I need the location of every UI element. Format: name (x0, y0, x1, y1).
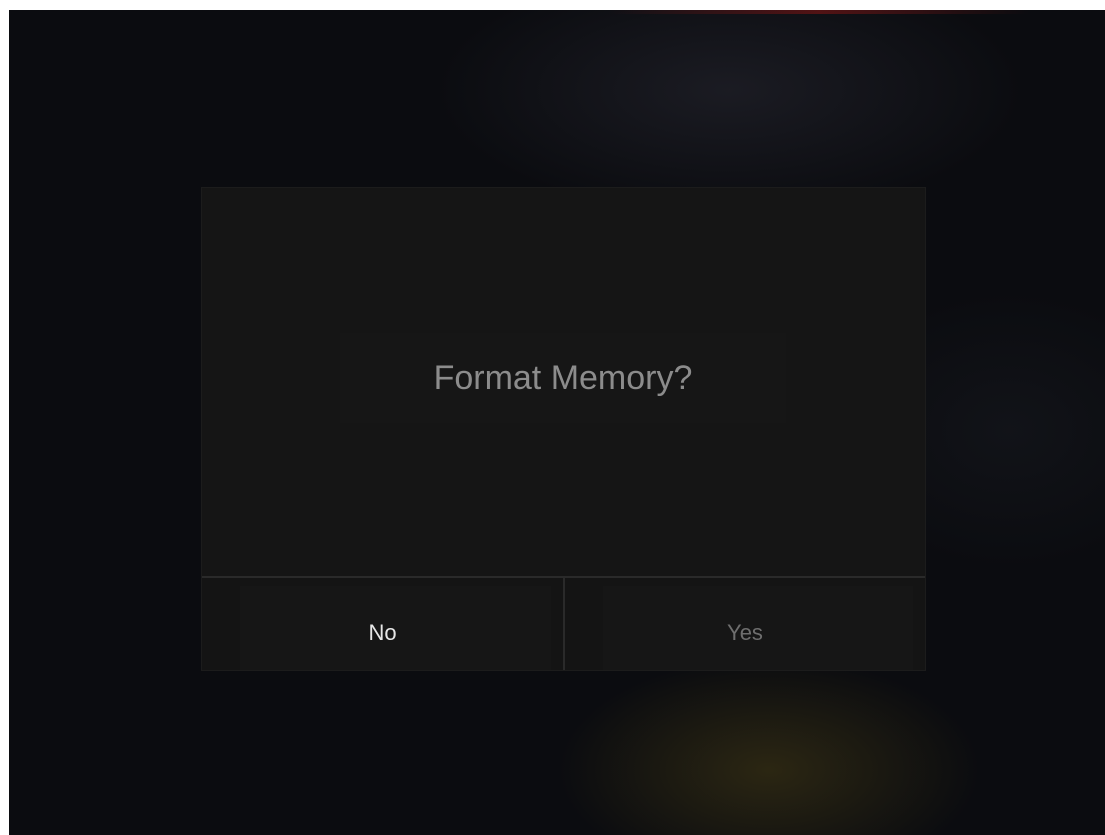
camera-screen: Format Memory? No Yes (9, 10, 1105, 835)
dialog-message-area: Format Memory? (202, 188, 925, 576)
dialog-message-panel: Format Memory? (340, 333, 786, 423)
background-glow (609, 10, 1029, 14)
no-button[interactable]: No (202, 578, 563, 670)
yes-button-label: Yes (727, 620, 763, 645)
no-button-label: No (368, 620, 397, 645)
format-memory-dialog: Format Memory? No Yes (202, 188, 925, 670)
yes-button[interactable]: Yes (565, 578, 925, 670)
dialog-message: Format Memory? (433, 359, 693, 397)
device-frame: Format Memory? No Yes (0, 0, 1105, 835)
